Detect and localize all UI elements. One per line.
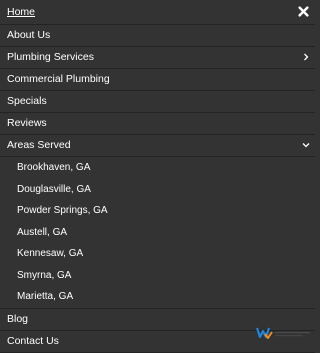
chevron-right-icon[interactable] [301,52,311,62]
submenu-item-douglasville[interactable]: Douglasville, GA [0,179,315,201]
menu-item-specials[interactable]: Specials [0,91,315,113]
submenu-item-brookhaven[interactable]: Brookhaven, GA [0,157,315,179]
menu-item-areas-served[interactable]: Areas Served [0,135,315,157]
menu-item-reviews-label: Reviews [7,117,47,129]
menu-item-reviews[interactable]: Reviews [0,113,315,135]
brand-badge-icon [256,327,310,339]
menu-item-plumbing-services[interactable]: Plumbing Services [0,47,315,69]
menu-item-areas-served-label: Areas Served [7,139,71,151]
areas-served-list: Brookhaven, GA Douglasville, GA Powder S… [0,157,315,309]
submenu-item-austell[interactable]: Austell, GA [0,222,315,244]
close-icon[interactable] [298,6,309,17]
submenu-item-powder-springs[interactable]: Powder Springs, GA [0,200,315,222]
menu-item-commercial-plumbing[interactable]: Commercial Plumbing [0,69,315,91]
menu-item-blog-label: Blog [7,312,29,325]
chevron-down-icon[interactable] [301,140,311,150]
submenu-item-kennesaw[interactable]: Kennesaw, GA [0,243,315,265]
menu-item-contact-us-label: Contact Us [7,334,59,347]
menu-item-plumbing-services-label: Plumbing Services [7,51,94,63]
menu-item-about-us[interactable]: About Us [0,25,315,47]
menu-item-about-us-label: About Us [7,29,51,41]
menu-item-commercial-plumbing-label: Commercial Plumbing [7,73,110,85]
submenu-item-smyrna[interactable]: Smyrna, GA [0,265,315,287]
areas-served-submenu: Brookhaven, GA Douglasville, GA Powder S… [0,157,315,309]
mobile-nav-menu: Home About Us Plumbing Services Commerci… [0,0,315,353]
menu-item-home[interactable]: Home [0,0,315,25]
submenu-item-marietta[interactable]: Marietta, GA [0,286,315,308]
menu-item-home-label: Home [7,6,36,18]
menu-item-specials-label: Specials [7,95,47,107]
